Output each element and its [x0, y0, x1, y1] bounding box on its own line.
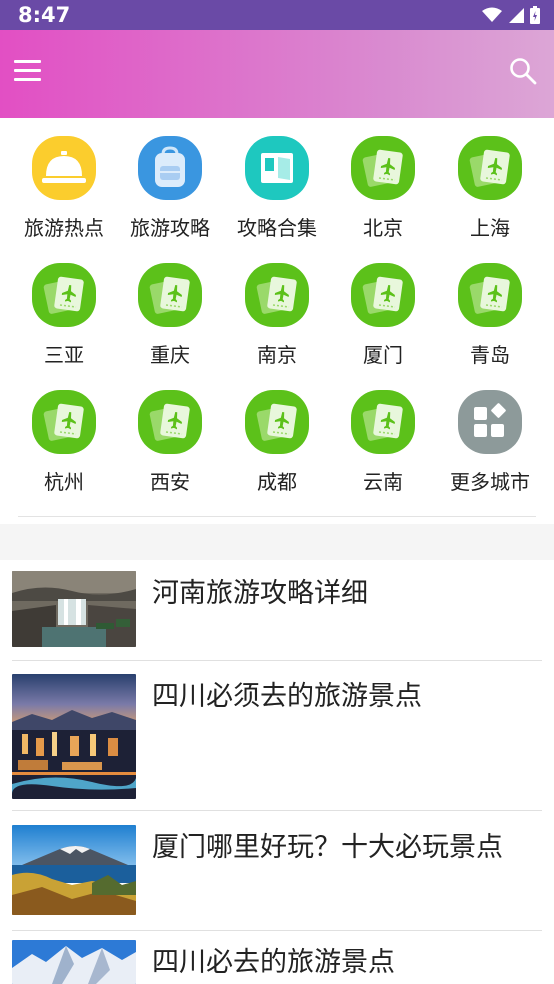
article-thumbnail: [12, 940, 136, 984]
category-label: 上海: [470, 216, 510, 240]
category-item[interactable]: 青岛: [437, 245, 543, 367]
plane-ticket-icon: [32, 263, 96, 327]
category-item[interactable]: 杭州: [11, 372, 117, 494]
category-label: 青岛: [470, 343, 510, 367]
divider: [12, 930, 542, 931]
plane-ticket-icon: [351, 136, 415, 200]
category-item[interactable]: 南京: [224, 245, 330, 367]
category-label: 成都: [257, 470, 297, 494]
article-thumbnail: [12, 825, 136, 915]
map-book-icon: [245, 136, 309, 200]
plane-ticket-icon: [351, 263, 415, 327]
category-label: 攻略合集: [237, 216, 317, 240]
backpack-icon: [138, 136, 202, 200]
category-item[interactable]: 旅游攻略: [117, 118, 223, 240]
status-time: 8:47: [18, 3, 71, 27]
category-label: 杭州: [44, 470, 84, 494]
plane-ticket-icon: [138, 263, 202, 327]
service-bell-icon: [32, 136, 96, 200]
search-icon[interactable]: [508, 56, 538, 86]
more-apps-icon: [458, 390, 522, 454]
article-title: 厦门哪里好玩？十大必玩景点: [152, 832, 503, 863]
category-grid: 旅游热点 旅游攻略 攻略合集 北京 上海三亚 重庆 南京 厦门 青岛杭州 西安 成都 云南 更多城市: [0, 118, 554, 524]
article-thumbnail: [12, 571, 136, 647]
divider: [18, 516, 536, 517]
app-bar: [0, 30, 554, 118]
category-label: 旅游攻略: [130, 216, 210, 240]
category-item[interactable]: 西安: [117, 372, 223, 494]
battery-icon: [530, 6, 540, 24]
plane-ticket-icon: [458, 263, 522, 327]
wifi-icon: [482, 7, 502, 22]
category-label: 更多城市: [450, 470, 530, 494]
category-label: 南京: [257, 343, 297, 367]
category-label: 重庆: [150, 343, 190, 367]
category-item[interactable]: 攻略合集: [224, 118, 330, 240]
article-thumbnail: [12, 674, 136, 799]
plane-ticket-icon: [138, 390, 202, 454]
status-icons: [482, 6, 540, 24]
plane-ticket-icon: [245, 263, 309, 327]
status-bar: 8:47: [0, 0, 554, 30]
category-label: 北京: [363, 216, 403, 240]
category-label: 旅游热点: [24, 216, 104, 240]
plane-ticket-icon: [458, 136, 522, 200]
article-item[interactable]: 四川必去的旅游景点: [12, 940, 542, 984]
category-item[interactable]: 厦门: [330, 245, 436, 367]
category-label: 三亚: [44, 343, 84, 367]
category-item[interactable]: 上海: [437, 118, 543, 240]
article-item[interactable]: 四川必须去的旅游景点: [12, 674, 542, 799]
category-item[interactable]: 北京: [330, 118, 436, 240]
hamburger-menu-icon[interactable]: [14, 58, 44, 86]
article-title: 四川必须去的旅游景点: [152, 681, 422, 712]
category-item[interactable]: 成都: [224, 372, 330, 494]
plane-ticket-icon: [32, 390, 96, 454]
article-item[interactable]: 河南旅游攻略详细: [12, 571, 542, 647]
category-label: 云南: [363, 470, 403, 494]
divider: [12, 810, 542, 811]
category-item[interactable]: 更多城市: [437, 372, 543, 494]
category-item[interactable]: 云南: [330, 372, 436, 494]
plane-ticket-icon: [245, 390, 309, 454]
article-title: 四川必去的旅游景点: [152, 947, 395, 978]
category-item[interactable]: 旅游热点: [11, 118, 117, 240]
category-item[interactable]: 重庆: [117, 245, 223, 367]
category-item[interactable]: 三亚: [11, 245, 117, 367]
article-title: 河南旅游攻略详细: [152, 578, 368, 609]
plane-ticket-icon: [351, 390, 415, 454]
section-gap: [0, 524, 554, 560]
cellular-signal-icon: [509, 8, 524, 23]
category-label: 西安: [150, 470, 190, 494]
category-label: 厦门: [363, 343, 403, 367]
article-item[interactable]: 厦门哪里好玩？十大必玩景点: [12, 825, 542, 915]
divider: [12, 660, 542, 661]
